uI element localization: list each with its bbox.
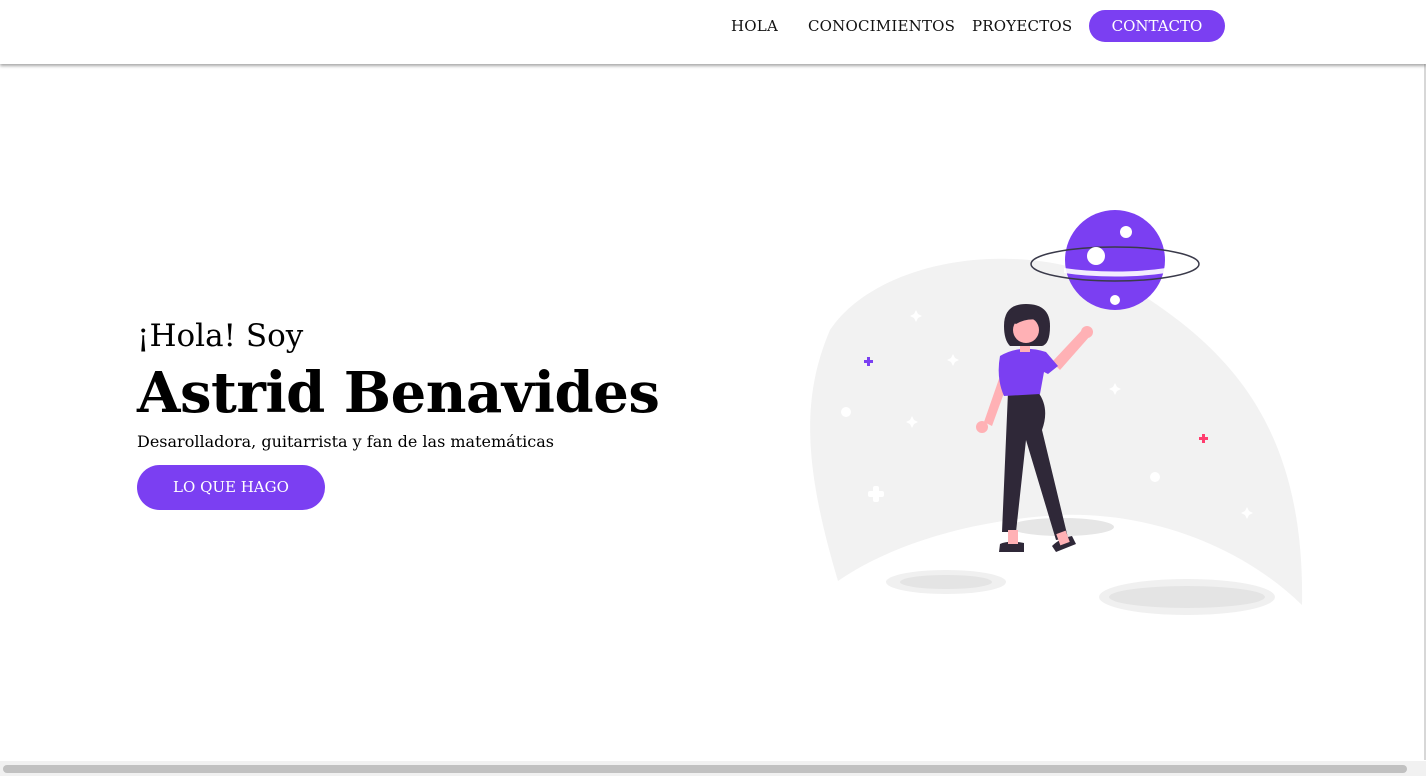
nav-contact-button[interactable]: CONTACTO [1089, 10, 1225, 42]
nav-link-hola[interactable]: HOLA [731, 16, 778, 36]
nav-link-proyectos[interactable]: PROYECTOS [972, 16, 1072, 36]
scrollbar-thumb[interactable] [3, 765, 1407, 773]
hero-tagline: Desarolladora, guitarrista y fan de las … [137, 432, 554, 451]
top-navbar: HOLA CONOCIMIENTOS PROYECTOS CONTACTO [0, 0, 1426, 64]
nav-link-conocimientos[interactable]: CONOCIMIENTOS [808, 16, 955, 36]
woman-with-planet-illustration [800, 200, 1320, 634]
lo-que-hago-button[interactable]: LO QUE HAGO [137, 465, 325, 510]
horizontal-scrollbar[interactable] [0, 761, 1426, 776]
hero-name: Astrid Benavides [137, 360, 660, 426]
hero-greeting: ¡Hola! Soy [137, 318, 304, 354]
